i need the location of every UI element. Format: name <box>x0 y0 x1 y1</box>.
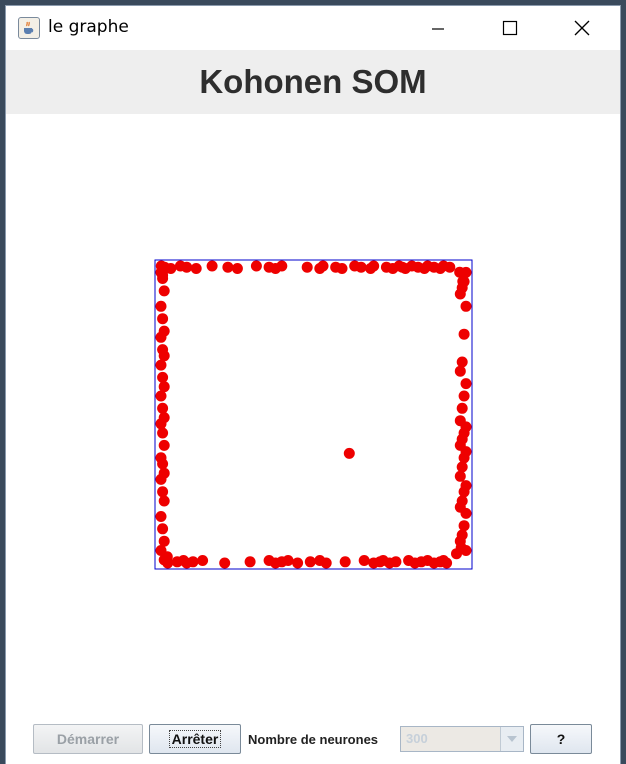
neuron-point <box>460 300 472 312</box>
chevron-down-icon <box>507 736 517 742</box>
neuron-point <box>155 418 167 430</box>
training-area-frame <box>154 259 473 570</box>
header-panel: Kohonen SOM <box>6 50 620 114</box>
neuron-point <box>187 556 199 568</box>
java-cup-icon <box>18 17 40 39</box>
stop-button-label: Arrêter <box>168 730 222 748</box>
som-canvas <box>6 114 620 714</box>
neuron-point <box>460 378 472 390</box>
neuron-point <box>390 556 402 568</box>
neurons-count-value: 300 <box>406 731 428 746</box>
neurons-count-label: Nombre de neurones <box>248 732 379 747</box>
neuron-point <box>455 542 467 554</box>
neuron-point <box>155 511 167 522</box>
neuron-group <box>155 260 472 569</box>
neuron-point <box>458 520 470 532</box>
neuron-point <box>292 557 304 569</box>
maximize-icon <box>502 20 518 36</box>
minimize-icon <box>432 28 444 30</box>
neuron-point <box>155 331 167 343</box>
neuron-point <box>304 556 316 568</box>
neuron-point <box>454 365 466 377</box>
neuron-point <box>157 427 169 439</box>
neuron-point <box>460 507 472 519</box>
window-title: le graphe <box>48 17 129 37</box>
neuron-point <box>190 263 202 274</box>
neuron-point <box>276 260 288 272</box>
neuron-point <box>454 470 466 482</box>
neuron-point <box>444 261 456 273</box>
neuron-point <box>317 260 329 272</box>
neuron-point <box>250 260 262 272</box>
neuron-point <box>219 557 231 569</box>
neuron-point <box>456 356 468 368</box>
neuron-point <box>244 556 256 568</box>
neuron-point <box>454 288 466 300</box>
neuron-point <box>157 523 169 535</box>
neuron-point <box>158 285 170 297</box>
neuron-point <box>206 260 218 272</box>
help-button[interactable]: ? <box>530 724 592 754</box>
neuron-point <box>441 557 453 569</box>
neuron-point <box>155 473 167 485</box>
neuron-point <box>320 557 332 569</box>
neuron-point <box>456 402 468 414</box>
neuron-point <box>456 461 468 473</box>
neuron-point <box>157 269 169 281</box>
neuron-point <box>458 452 470 464</box>
neuron-point <box>158 439 170 451</box>
neuron-point <box>282 555 294 566</box>
neuron-point <box>157 371 169 383</box>
neuron-point <box>458 328 470 340</box>
neuron-point <box>158 554 170 566</box>
neuron-point <box>458 390 470 402</box>
stop-button[interactable]: Arrêter <box>149 724 241 754</box>
neuron-point <box>358 555 370 566</box>
neuron-point <box>181 261 193 273</box>
neuron-point <box>231 263 243 274</box>
neuron-point <box>457 275 469 287</box>
neuron-point <box>155 359 167 371</box>
maximize-button[interactable] <box>487 6 533 50</box>
minimize-button[interactable] <box>415 6 461 50</box>
neuron-point <box>157 313 169 325</box>
page-title: Kohonen SOM <box>199 63 427 100</box>
neuron-point <box>336 263 348 274</box>
close-icon <box>574 20 590 36</box>
neuron-point <box>368 260 380 272</box>
neuron-point <box>157 486 169 498</box>
start-button[interactable]: Démarrer <box>33 724 143 754</box>
som-plot <box>154 259 473 570</box>
dropdown-arrow-button[interactable] <box>500 727 523 751</box>
neuron-point <box>339 556 351 568</box>
neurons-count-select[interactable]: 300 <box>400 726 524 752</box>
neuron-point <box>157 458 169 470</box>
close-button[interactable] <box>559 6 605 50</box>
neuron-point <box>222 261 234 273</box>
neuron-point <box>155 300 167 312</box>
neuron-point <box>155 390 167 402</box>
neuron-point <box>301 261 313 273</box>
title-bar[interactable]: le graphe <box>6 6 620 50</box>
control-bar: Démarrer Arrêter Nombre de neurones 300 … <box>6 714 620 764</box>
neuron-point <box>458 486 470 498</box>
neuron-point <box>197 555 209 566</box>
neuron-point <box>157 402 169 414</box>
neuron-point <box>158 495 170 507</box>
neuron-point <box>355 261 367 273</box>
app-window: le graphe Kohonen SOM Démarrer Arrêter N… <box>6 6 620 764</box>
neuron-point <box>343 447 355 459</box>
